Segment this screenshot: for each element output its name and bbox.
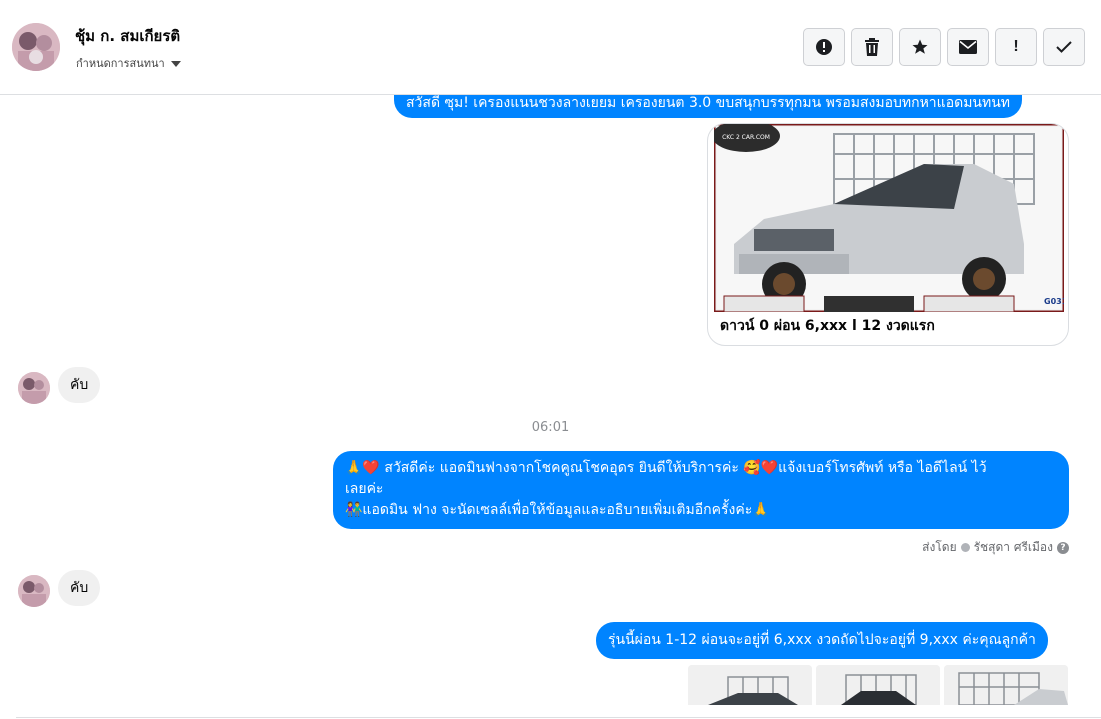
product-card[interactable]: CKC 2 CAR.COM G031 ดาวน์ 0 ผ่อน 6,xxx l … <box>707 123 1069 346</box>
message-line: 👫แอดมิน ฟาง จะนัดเซลล์เพื่อให้ข้อมูลและอ… <box>345 502 770 518</box>
caret-down-icon <box>170 60 181 67</box>
contact-name[interactable]: ชุ้ม ก. สมเกียรติ <box>75 24 180 48</box>
message-text: คับ <box>70 580 89 596</box>
conversation-header: ชุ้ม ก. สมเกียรติ กำหนดการสนทนา ! <box>0 0 1101 95</box>
sent-by-label: ส่งโดย <box>922 540 957 554</box>
message-timestamp: 06:01 <box>531 420 570 435</box>
conversation-toolbar: ! <box>803 28 1085 66</box>
truck-thumbnail[interactable] <box>944 665 1068 705</box>
star-icon <box>912 39 928 54</box>
admin-avatar-icon <box>960 543 970 552</box>
exclamation-icon: ! <box>1013 38 1019 55</box>
message-text: คับ <box>70 377 89 393</box>
help-icon[interactable]: ? <box>1057 541 1069 554</box>
truck-thumbnail[interactable] <box>688 665 812 705</box>
alert-circle-icon <box>816 39 832 55</box>
conversation-settings-dropdown[interactable]: กำหนดการสนทนา <box>76 54 181 72</box>
sent-by-info: ส่งโดย รัชสุดา ศรีเมือง ? <box>922 538 1069 557</box>
truck-thumbnail[interactable] <box>816 665 940 705</box>
incoming-message[interactable]: คับ <box>58 570 101 606</box>
message-thread[interactable]: สวัสดี ซุม! เครองแนนชวงลางเยยม เครองยนต … <box>0 95 1101 719</box>
message-line: 🙏❤️ สวัสดีค่ะ แอดมินฟางจากโชคคูณโชคอุดร … <box>345 460 987 476</box>
follow-up-button[interactable]: ! <box>995 28 1037 66</box>
conversation-settings-label: กำหนดการสนทนา <box>76 57 165 70</box>
incoming-message[interactable]: คับ <box>58 367 101 403</box>
contact-avatar[interactable] <box>12 23 60 71</box>
outgoing-message[interactable]: รุ่นนี้ผ่อน 1-12 ผ่อนจะอยู่ที่ 6,xxx งวด… <box>596 622 1048 659</box>
star-button[interactable] <box>899 28 941 66</box>
image-attachments <box>688 665 1068 705</box>
stock-code: G031 <box>1044 297 1064 306</box>
outgoing-message[interactable]: สวัสดี ซุม! เครองแนนชวงลางเยยม เครองยนต … <box>394 95 1023 118</box>
message-text: รุ่นนี้ผ่อน 1-12 ผ่อนจะอยู่ที่ 6,xxx งวด… <box>608 632 1036 648</box>
message-line: เลยค่ะ <box>345 481 384 497</box>
done-button[interactable] <box>1043 28 1085 66</box>
sent-by-name[interactable]: รัชสุดา ศรีเมือง <box>974 538 1053 557</box>
check-icon <box>1056 41 1072 53</box>
card-caption: ดาวน์ 0 ผ่อน 6,xxx l 12 งวดแรก <box>720 318 935 334</box>
trash-icon <box>865 38 879 56</box>
delete-button[interactable] <box>851 28 893 66</box>
spam-button[interactable] <box>803 28 845 66</box>
mark-unread-button[interactable] <box>947 28 989 66</box>
mail-icon <box>959 40 977 54</box>
composer-divider <box>16 717 1101 718</box>
outgoing-message[interactable]: 🙏❤️ สวัสดีค่ะ แอดมินฟางจากโชคคูณโชคอุดร … <box>333 451 1069 529</box>
contact-avatar-small[interactable] <box>18 575 50 607</box>
message-text: สวัสดี ซุม! เครองแนนชวงลางเยยม เครองยนต … <box>406 95 1011 111</box>
contact-avatar-small[interactable] <box>18 372 50 404</box>
dealer-logo: CKC 2 CAR.COM <box>722 134 770 141</box>
truck-image: CKC 2 CAR.COM G031 <box>712 124 1068 314</box>
